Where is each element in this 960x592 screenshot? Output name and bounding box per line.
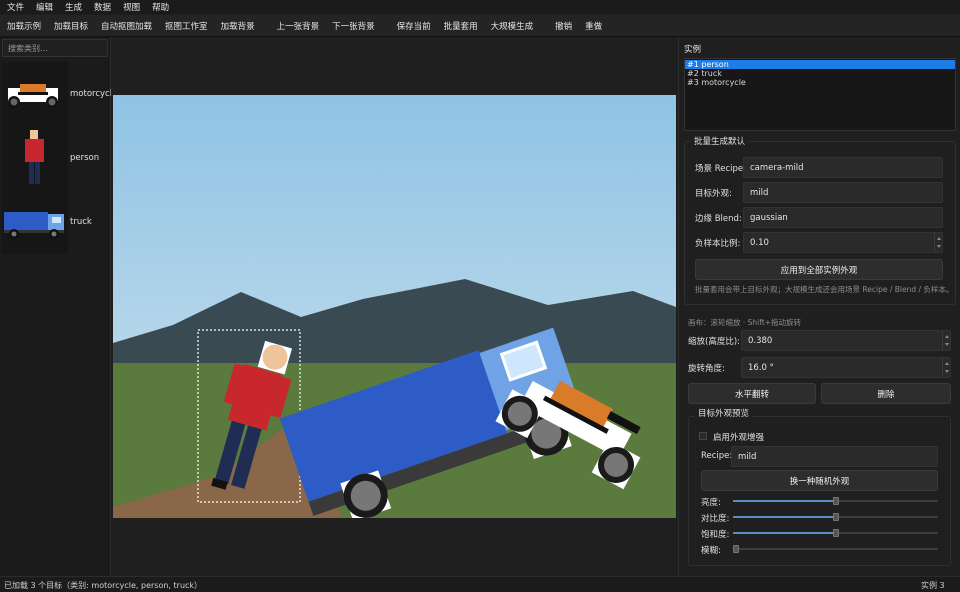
- rotation-value: 16.0 °: [748, 363, 774, 373]
- negative-ratio-label: 负样本比例:: [695, 239, 741, 249]
- canvas-hint-text: 画布：滚轮缩放 · Shift+拖动旋转: [688, 318, 801, 327]
- slider-handle[interactable]: [832, 497, 839, 505]
- batch-defaults-title: 批量生成默认: [691, 135, 749, 147]
- spin-arrows-icon[interactable]: [942, 358, 950, 377]
- flip-horizontal-button[interactable]: 水平翻转: [688, 383, 816, 404]
- category-label: truck: [70, 217, 92, 227]
- auto-matting-load-button[interactable]: 自动抠图加载: [101, 20, 152, 32]
- slider-fill: [733, 532, 836, 534]
- enable-augmentation-checkbox[interactable]: [699, 432, 707, 440]
- menu-file[interactable]: 文件: [7, 1, 24, 13]
- contrast-slider[interactable]: [733, 513, 938, 521]
- slider-fill: [733, 516, 836, 518]
- instance-list[interactable]: #1 person #2 truck #3 motorcycle: [684, 58, 956, 131]
- menu-view[interactable]: 视图: [123, 1, 140, 13]
- edge-blend-label: 边缘 Blend:: [695, 214, 742, 224]
- prev-background-button[interactable]: 上一张背景: [277, 20, 320, 32]
- scene-recipe-select[interactable]: camera-mild: [743, 157, 943, 178]
- blur-label: 模糊:: [701, 546, 721, 556]
- recipe-select[interactable]: mild: [731, 446, 938, 467]
- slider-handle[interactable]: [832, 513, 839, 521]
- menu-help[interactable]: 帮助: [152, 1, 169, 13]
- redo-button[interactable]: 重做: [585, 20, 602, 32]
- instance-item-1[interactable]: #1 person: [685, 60, 955, 69]
- negative-ratio-value: 0.10: [750, 238, 769, 248]
- delete-instance-button[interactable]: 删除: [821, 383, 951, 404]
- load-example-button[interactable]: 加载示例: [7, 20, 41, 32]
- spin-arrows-icon[interactable]: [934, 233, 942, 252]
- load-target-button[interactable]: 加载目标: [54, 20, 88, 32]
- contrast-label: 对比度:: [701, 514, 730, 524]
- instance-item-2[interactable]: #2 truck: [685, 69, 955, 78]
- canvas-area[interactable]: [111, 37, 677, 576]
- blur-slider[interactable]: [733, 545, 938, 553]
- slider-handle[interactable]: [733, 545, 739, 553]
- save-current-button[interactable]: 保存当前: [397, 20, 431, 32]
- negative-ratio-spinbox[interactable]: 0.10: [743, 232, 943, 253]
- category-label: person: [70, 153, 100, 163]
- batch-hint-text: 批量套用会带上目标外观；大规模生成还会用场景 Recipe / Blend / …: [695, 285, 954, 294]
- apply-to-all-instances-button[interactable]: 应用到全部实例外观: [695, 259, 943, 280]
- brightness-slider[interactable]: [733, 497, 938, 505]
- menu-data[interactable]: 数据: [94, 1, 111, 13]
- matting-studio-button[interactable]: 抠图工作室: [165, 20, 208, 32]
- slider-fill: [733, 500, 836, 502]
- motorcycle-thumbnail: [2, 62, 68, 126]
- recipe-label: Recipe:: [701, 451, 733, 461]
- menu-edit[interactable]: 编辑: [36, 1, 53, 13]
- saturation-label: 饱和度:: [701, 530, 730, 540]
- enable-augmentation-label: 启用外观增强: [713, 433, 765, 443]
- toolbar: 加载示例 加载目标 自动抠图加载 抠图工作室 加载背景 上一张背景 下一张背景 …: [0, 15, 960, 37]
- status-text: 已加载 3 个目标（类别: motorcycle, person, truck）: [4, 581, 203, 590]
- category-item-truck[interactable]: truck: [2, 190, 110, 254]
- truck-thumbnail: [2, 190, 68, 254]
- properties-panel: 实例 #1 person #2 truck #3 motorcycle 批量生成…: [678, 37, 960, 576]
- undo-button[interactable]: 撤销: [555, 20, 572, 32]
- batch-apply-button[interactable]: 批量套用: [444, 20, 478, 32]
- next-background-button[interactable]: 下一张背景: [332, 20, 375, 32]
- rotation-spinbox[interactable]: 16.0 °: [741, 357, 951, 378]
- status-bar: 已加载 3 个目标（类别: motorcycle, person, truck）…: [0, 576, 960, 592]
- person-thumbnail: [2, 126, 68, 190]
- scale-spinbox[interactable]: 0.380: [741, 330, 951, 351]
- scene-recipe-label: 场景 Recipe:: [695, 164, 746, 174]
- large-scale-generate-button[interactable]: 大规模生成: [491, 20, 534, 32]
- composition-canvas[interactable]: [113, 95, 676, 522]
- target-appearance-select[interactable]: mild: [743, 182, 943, 203]
- menu-generate[interactable]: 生成: [65, 1, 82, 13]
- category-panel: 搜索类别... motorcycle person truck: [0, 37, 117, 576]
- brightness-label: 亮度:: [701, 498, 721, 508]
- slider-handle[interactable]: [832, 529, 839, 537]
- random-appearance-button[interactable]: 换一种随机外观: [701, 470, 938, 491]
- target-appearance-label: 目标外观:: [695, 189, 732, 199]
- scale-label: 缩放(高度比):: [688, 337, 740, 347]
- appearance-preview-title: 目标外观预览: [695, 407, 753, 419]
- rotation-label: 旋转角度:: [688, 364, 725, 374]
- category-item-person[interactable]: person: [2, 126, 110, 190]
- scale-value: 0.380: [748, 336, 773, 346]
- load-background-button[interactable]: 加载背景: [221, 20, 255, 32]
- menu-bar: 文件 编辑 生成 数据 视图 帮助: [0, 0, 960, 14]
- instance-item-3[interactable]: #3 motorcycle: [685, 78, 955, 87]
- edge-blend-select[interactable]: gaussian: [743, 207, 943, 228]
- saturation-slider[interactable]: [733, 529, 938, 537]
- spin-arrows-icon[interactable]: [942, 331, 950, 350]
- category-item-motorcycle[interactable]: motorcycle: [2, 62, 117, 126]
- instance-count: 实例 3: [921, 581, 945, 590]
- instances-title: 实例: [684, 45, 702, 55]
- category-search-input[interactable]: 搜索类别...: [2, 39, 108, 57]
